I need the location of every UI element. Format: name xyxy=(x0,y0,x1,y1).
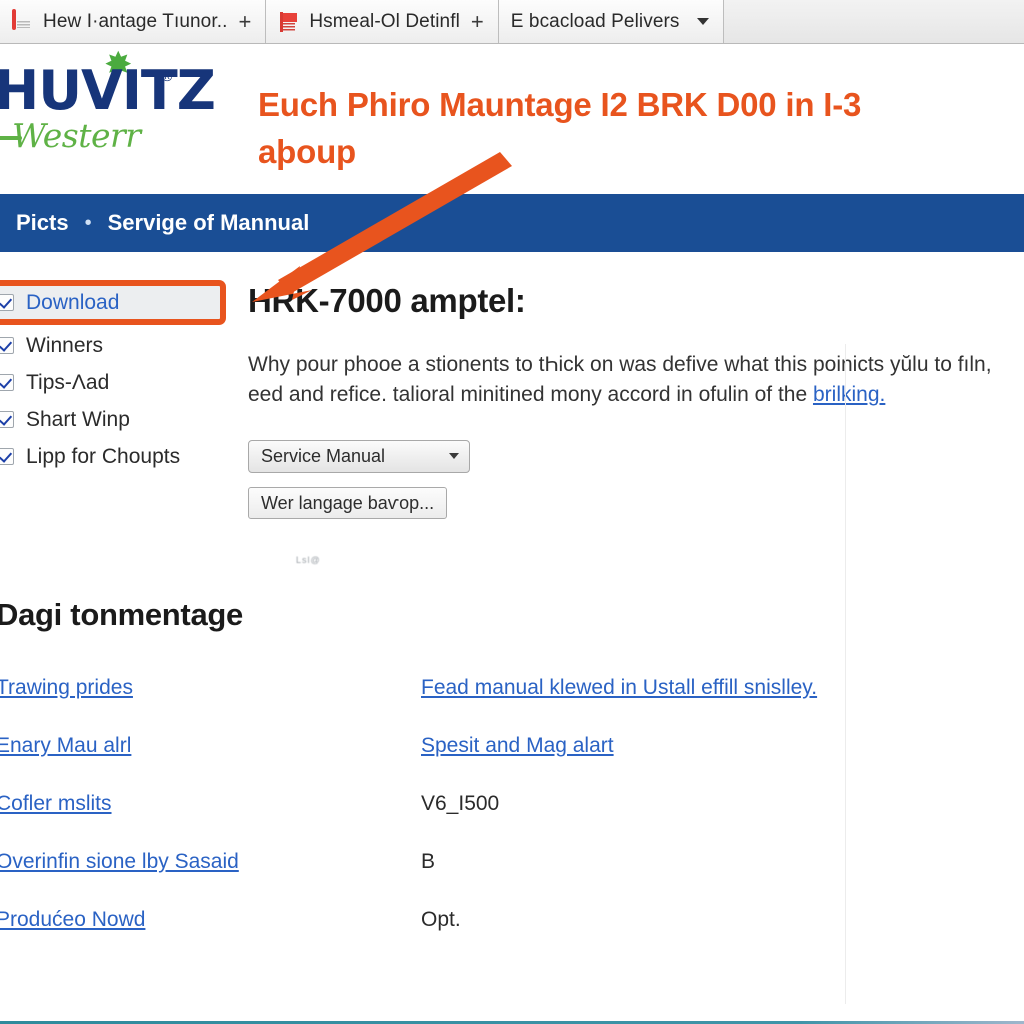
browser-tab-2-new-tab-icon[interactable]: + xyxy=(471,10,484,33)
table-row: Produćeo Nowd Opt. xyxy=(0,891,856,949)
doc-link-left-2[interactable]: Enary Mau alrl xyxy=(0,734,131,757)
doc-link-left-1[interactable]: Trawing prides xyxy=(0,676,133,699)
table-row: Overinfin sione lby Sasaid B xyxy=(0,833,856,891)
doc-link-left-4[interactable]: Overinfin sione lby Sasaid xyxy=(0,850,239,873)
registered-trademark-icon: ® xyxy=(162,68,173,84)
doc-value-right-3: V6_I500 xyxy=(421,791,500,815)
checkbox-checked-icon[interactable] xyxy=(0,294,14,311)
doc-link-left-3[interactable]: Cofler mslits xyxy=(0,792,112,815)
browser-tab-1-new-tab-icon[interactable]: + xyxy=(238,10,251,33)
browser-tab-3-label: E bcacload Pelivers xyxy=(510,10,680,32)
sidebar-item-winners[interactable]: Winners xyxy=(0,327,240,364)
lower-section: Dagi tonmentage Trawing prides Fead manu… xyxy=(0,597,1024,1024)
sidebar-item-download-label: Download xyxy=(26,290,120,314)
sidebar-item-download[interactable]: Download xyxy=(0,280,226,325)
doc-link-right-1[interactable]: Fead manual klewed in Ustall effill snis… xyxy=(421,676,817,699)
doc-link-right-2[interactable]: Spesit and Mag alart xyxy=(421,734,614,757)
sidebar-item-lipp-for-choupts-label: Lipp for Choupts xyxy=(26,444,181,468)
web-page: ✸ HUVITZ ® Westerr Euch Phiro Mauntage I… xyxy=(0,44,1024,1024)
content-column: HRK-7000 amptel: Why pour phooe a stione… xyxy=(240,252,1024,565)
flag-favicon-icon xyxy=(278,11,300,33)
logo-wordmark: HUVITZ xyxy=(0,59,216,122)
content-paragraph-link[interactable]: brilking. xyxy=(813,383,885,406)
browser-tab-2-label: Hsmeal-Ol Detinfl xyxy=(309,10,460,32)
browser-tab-3[interactable]: E bcacload Pelivers xyxy=(498,0,724,43)
sidebar-item-tips-label: Tips-Ʌad xyxy=(26,370,110,394)
content-divider xyxy=(845,344,846,1004)
illegible-small-text: Lsl@ xyxy=(296,554,321,565)
sidebar: Download Winners Tips-Ʌad Shart Winp Lip… xyxy=(0,252,240,475)
manual-type-select[interactable]: Service Manual xyxy=(248,439,470,473)
checkbox-checked-icon[interactable] xyxy=(0,448,14,465)
nav-item-service-of-manual[interactable]: Servige of Mannual xyxy=(94,210,324,236)
browser-tab-2[interactable]: Hsmeal-Ol Detinfl + xyxy=(266,0,499,43)
tab-strip-empty-area xyxy=(724,0,1024,43)
page-headline: Euch Phiro Mauntage I2 BRK D00 in Ӏ-3 aþ… xyxy=(258,86,862,170)
chevron-down-icon[interactable] xyxy=(696,18,709,25)
table-row: Cofler mslits V6_I500 xyxy=(0,775,856,833)
sidebar-item-tips[interactable]: Tips-Ʌad xyxy=(0,364,240,401)
browser-tab-1[interactable]: Hew Ӏ·antage Tıunor.. + xyxy=(0,0,267,43)
content-paragraph: Why pour phooe a stionents to tҺick on w… xyxy=(248,350,993,410)
doc-value-right-5: Opt. xyxy=(421,907,461,931)
doc-link-left-5[interactable]: Produćeo Nowd xyxy=(0,908,145,931)
manual-type-select-value: Service Manual xyxy=(261,445,386,466)
nav-separator: • xyxy=(84,211,92,234)
sidebar-item-lipp-for-choupts[interactable]: Lipp for Choupts xyxy=(0,438,240,475)
nav-item-picts[interactable]: Picts xyxy=(2,210,83,236)
sidebar-item-shart-winp-label: Shart Winp xyxy=(26,407,130,431)
lower-section-heading: Dagi tonmentage xyxy=(0,596,243,632)
content-heading: HRK-7000 amptel: xyxy=(248,282,526,319)
site-logo[interactable]: ✸ HUVITZ ® Westerr xyxy=(0,48,254,160)
doc-value-right-4: B xyxy=(421,849,436,873)
browser-tab-strip: Hew Ӏ·antage Tıunor.. + Hsmeal-Ol Detinf… xyxy=(0,0,1024,44)
checkbox-checked-icon[interactable] xyxy=(0,374,14,391)
chevron-down-icon[interactable] xyxy=(449,453,459,460)
table-row: Trawing prides Fead manual klewed in Ust… xyxy=(0,659,856,717)
browser-tab-1-label: Hew Ӏ·antage Tıunor.. xyxy=(43,10,228,32)
logo-tagline: Westerr xyxy=(12,116,141,155)
sidebar-item-winners-label: Winners xyxy=(26,333,104,357)
primary-navigation: Picts • Servige of Mannual xyxy=(0,194,1024,252)
main-area: Download Winners Tips-Ʌad Shart Winp Lip… xyxy=(0,252,1024,565)
document-favicon-icon xyxy=(12,8,34,33)
table-row: Enary Mau alrl Spesit and Mag alart xyxy=(0,717,856,775)
sidebar-item-shart-winp[interactable]: Shart Winp xyxy=(0,401,240,438)
documentation-table: Trawing prides Fead manual klewed in Ust… xyxy=(0,659,856,949)
language-backup-button[interactable]: Wer langage baѵop... xyxy=(248,486,448,519)
checkbox-checked-icon[interactable] xyxy=(0,411,14,428)
checkbox-checked-icon[interactable] xyxy=(0,337,14,354)
site-header: ✸ HUVITZ ® Westerr Euch Phiro Mauntage I… xyxy=(0,44,1024,194)
